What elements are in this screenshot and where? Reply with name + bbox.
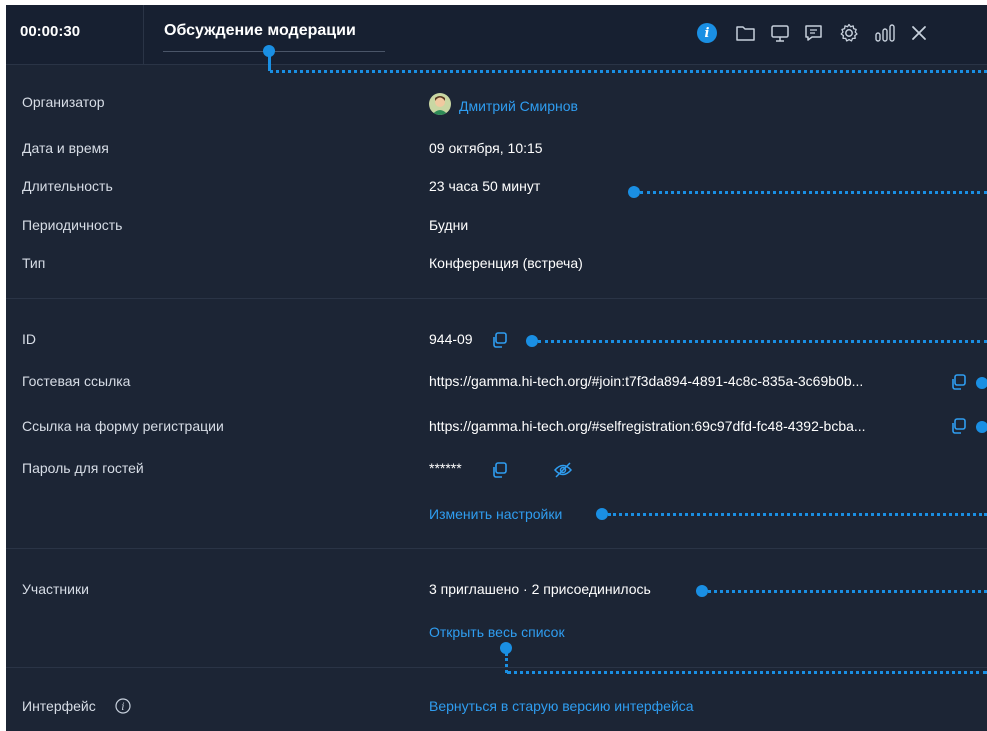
annotation-marker	[976, 377, 987, 389]
annotation-leader	[507, 671, 987, 674]
annotation-leader	[608, 513, 987, 516]
section-divider	[6, 298, 987, 299]
info-icon[interactable]: i	[694, 20, 720, 46]
periodicity-value: Будни	[429, 217, 469, 233]
meeting-timer: 00:00:30	[20, 23, 81, 40]
copy-icon[interactable]	[491, 461, 509, 479]
datetime-label: Дата и время	[22, 140, 109, 156]
periodicity-label: Периодичность	[22, 217, 123, 233]
annotation-marker	[628, 186, 640, 198]
chat-icon[interactable]	[801, 20, 827, 46]
section-divider	[6, 548, 987, 549]
header-bar: 00:00:30 Обсуждение модерации i	[6, 5, 987, 65]
registration-link-label: Ссылка на форму регистрации	[22, 418, 224, 434]
stats-icon[interactable]	[872, 20, 898, 46]
duration-label: Длительность	[22, 178, 113, 194]
guest-link-value: https://gamma.hi-tech.org/#join:t7f3da89…	[429, 373, 864, 389]
avatar	[429, 93, 451, 115]
annotation-leader	[270, 70, 987, 73]
eye-hidden-icon[interactable]	[553, 461, 573, 479]
open-participants-list-link[interactable]: Открыть весь список	[429, 624, 565, 640]
type-value: Конференция (встреча)	[429, 255, 583, 271]
registration-link-value: https://gamma.hi-tech.org/#selfregistrat…	[429, 418, 866, 434]
guest-link-label: Гостевая ссылка	[22, 373, 131, 389]
info-outline-icon[interactable]: i	[114, 697, 132, 715]
participants-label: Участники	[22, 581, 89, 597]
id-value: 944-09	[429, 331, 473, 347]
duration-value: 23 часа 50 минут	[429, 178, 541, 194]
old-interface-link[interactable]: Вернуться в старую версию интерфейса	[429, 698, 694, 714]
guest-password-value: ******	[429, 460, 462, 476]
meeting-title: Обсуждение модерации	[164, 22, 356, 39]
change-settings-link[interactable]: Изменить настройки	[429, 506, 562, 522]
folder-icon[interactable]	[733, 20, 759, 46]
participants-summary: 3 приглашено · 2 присоединилось	[429, 581, 651, 597]
annotation-leader	[505, 653, 508, 673]
annotation-leader	[640, 191, 987, 194]
header-divider	[143, 5, 144, 65]
id-label: ID	[22, 331, 36, 347]
copy-icon[interactable]	[950, 417, 968, 435]
meeting-info-panel: 00:00:30 Обсуждение модерации i Организа…	[6, 5, 987, 731]
interface-label: Интерфейс	[22, 698, 96, 714]
copy-icon[interactable]	[950, 373, 968, 391]
annotation-marker	[696, 585, 708, 597]
settings-icon[interactable]	[836, 20, 862, 46]
annotation-marker	[526, 335, 538, 347]
annotation-leader	[708, 590, 987, 593]
type-label: Тип	[22, 255, 46, 271]
annotation-leader	[268, 53, 271, 71]
copy-icon[interactable]	[491, 331, 509, 349]
svg-text:i: i	[121, 702, 124, 713]
organizer-name-link[interactable]: Дмитрий Смирнов	[459, 98, 578, 114]
screen-share-icon[interactable]	[767, 20, 793, 46]
guest-password-label: Пароль для гостей	[22, 460, 144, 476]
organizer-label: Организатор	[22, 94, 105, 110]
section-divider	[6, 667, 987, 668]
annotation-marker	[976, 421, 987, 433]
annotation-marker	[596, 508, 608, 520]
datetime-value: 09 октября, 10:15	[429, 140, 543, 156]
annotation-leader	[538, 340, 987, 343]
close-icon[interactable]	[906, 20, 932, 46]
